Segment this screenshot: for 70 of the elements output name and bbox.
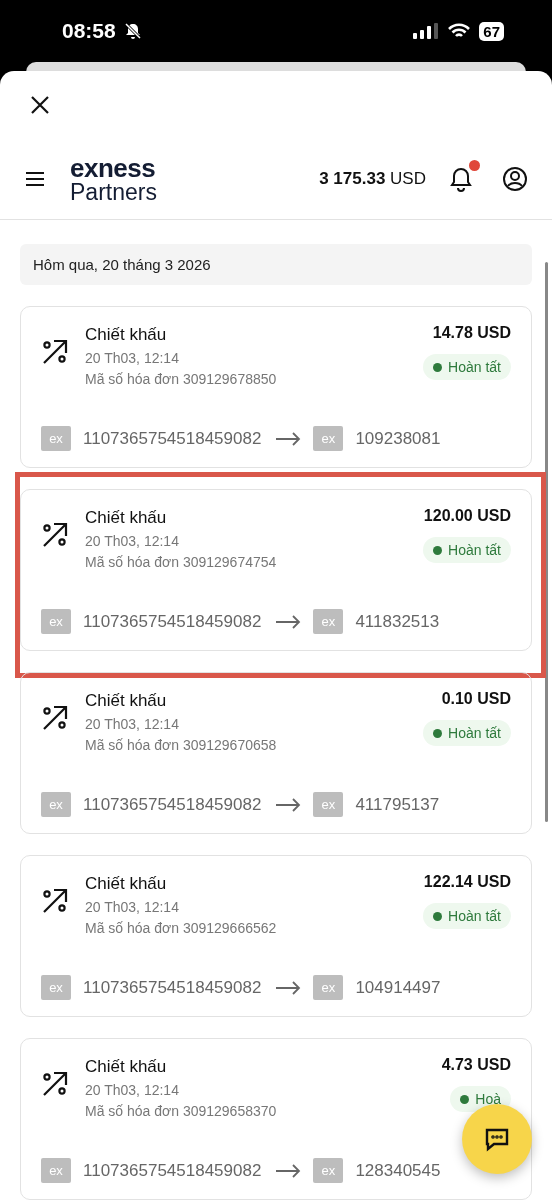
transaction-title: Chiết khấu bbox=[85, 1057, 168, 1077]
account-logo: ex bbox=[313, 609, 344, 634]
invoice-number: Mã số hóa đơn 309129666562 bbox=[85, 920, 277, 936]
balance: 3 175.33 USD bbox=[319, 169, 426, 189]
percent-arrow-icon bbox=[41, 337, 69, 365]
profile-button[interactable] bbox=[502, 166, 528, 192]
transaction-title: Chiết khấu bbox=[85, 325, 168, 345]
transaction-amount: 14.78 USD bbox=[432, 324, 511, 342]
arrow-right-icon bbox=[275, 980, 302, 995]
logo-wordmark: exness bbox=[70, 154, 157, 181]
account-logo: ex bbox=[41, 426, 71, 451]
signal-icon bbox=[413, 23, 440, 40]
arrow-right-icon bbox=[275, 431, 302, 446]
transaction-amount: 0.10 USD bbox=[441, 690, 511, 708]
transaction-card[interactable]: Chiết khấu 20 Th03, 12:14 Mã số hóa đơn 309129674754 120.00 USD Hoàn tất ex 1107365754518459082 ex 411832513 bbox=[20, 489, 532, 651]
transaction-datetime: 20 Th03, 12:14 bbox=[85, 1082, 180, 1098]
arrow-right-icon bbox=[275, 614, 302, 629]
battery-level: 67 bbox=[479, 21, 504, 41]
logo-subtitle: Partners bbox=[70, 180, 157, 204]
transaction-card[interactable]: Chiết khấu 20 Th03, 12:14 Mã số hóa đơn 309129678850 14.78 USD Hoàn tất ex 1107365754518459082 ex 109238081 bbox=[20, 306, 532, 468]
chat-icon bbox=[484, 1126, 510, 1152]
transaction-title: Chiết khấu bbox=[85, 691, 168, 711]
target-account-id: 104914497 bbox=[355, 977, 441, 998]
transaction-amount: 120.00 USD bbox=[423, 507, 511, 525]
transaction-title: Chiết khấu bbox=[85, 874, 168, 894]
target-account-id: 109238081 bbox=[355, 428, 441, 449]
transaction-amount: 4.73 USD bbox=[441, 1056, 511, 1074]
invoice-number: Mã số hóa đơn 309129658370 bbox=[85, 1103, 277, 1119]
status-badge: Hoàn tất bbox=[423, 720, 511, 746]
account-logo: ex bbox=[41, 792, 71, 817]
transaction-card[interactable]: Chiết khấu 20 Th03, 12:14 Mã số hóa đơn 309129666562 122.14 USD Hoàn tất ex 1107365754518459082 ex 104914497 bbox=[20, 855, 532, 1017]
account-logo: ex bbox=[313, 975, 344, 1000]
notifications-button[interactable] bbox=[448, 160, 480, 192]
status-badge: Hoàn tất bbox=[423, 354, 511, 380]
chat-button[interactable] bbox=[462, 1104, 532, 1174]
account-logo: ex bbox=[313, 1158, 344, 1183]
transaction-amount: 122.14 USD bbox=[423, 873, 511, 891]
target-account-id: 411795137 bbox=[355, 794, 440, 815]
percent-arrow-icon bbox=[41, 520, 69, 548]
source-account-id: 1107365754518459082 bbox=[83, 1160, 262, 1181]
account-logo: ex bbox=[313, 792, 344, 817]
percent-arrow-icon bbox=[41, 703, 69, 731]
account-logo: ex bbox=[41, 975, 71, 1000]
arrow-right-icon bbox=[275, 1163, 302, 1178]
status-time: 08:58 bbox=[62, 19, 116, 44]
target-account-id: 128340545 bbox=[355, 1160, 441, 1181]
percent-arrow-icon bbox=[41, 886, 69, 914]
source-account-id: 1107365754518459082 bbox=[83, 611, 262, 632]
arrow-right-icon bbox=[275, 797, 302, 812]
source-account-id: 1107365754518459082 bbox=[83, 428, 262, 449]
transaction-datetime: 20 Th03, 12:14 bbox=[85, 716, 180, 732]
transaction-datetime: 20 Th03, 12:14 bbox=[85, 350, 180, 366]
source-account-id: 1107365754518459082 bbox=[83, 794, 262, 815]
invoice-number: Mã số hóa đơn 309129678850 bbox=[85, 371, 277, 387]
percent-arrow-icon bbox=[41, 1069, 69, 1097]
invoice-number: Mã số hóa đơn 309129674754 bbox=[85, 554, 277, 570]
transaction-datetime: 20 Th03, 12:14 bbox=[85, 533, 180, 549]
target-account-id: 411832513 bbox=[355, 611, 440, 632]
transaction-datetime: 20 Th03, 12:14 bbox=[85, 899, 180, 915]
source-account-id: 1107365754518459082 bbox=[83, 977, 262, 998]
status-badge: Hoàn tất bbox=[423, 537, 511, 563]
account-logo: ex bbox=[41, 609, 71, 634]
invoice-number: Mã số hóa đơn 309129670658 bbox=[85, 737, 277, 753]
status-badge: Hoàn tất bbox=[423, 903, 511, 929]
account-logo: ex bbox=[313, 426, 344, 451]
account-logo: ex bbox=[41, 1158, 71, 1183]
date-header: Hôm qua, 20 tháng 3 2026 bbox=[20, 244, 532, 285]
bell-off-icon bbox=[123, 22, 142, 41]
transaction-card[interactable]: Chiết khấu 20 Th03, 12:14 Mã số hóa đơn 309129670658 0.10 USD Hoàn tất ex 1107365754518459082 ex 411795137 bbox=[20, 672, 532, 834]
transaction-title: Chiết khấu bbox=[85, 508, 168, 528]
